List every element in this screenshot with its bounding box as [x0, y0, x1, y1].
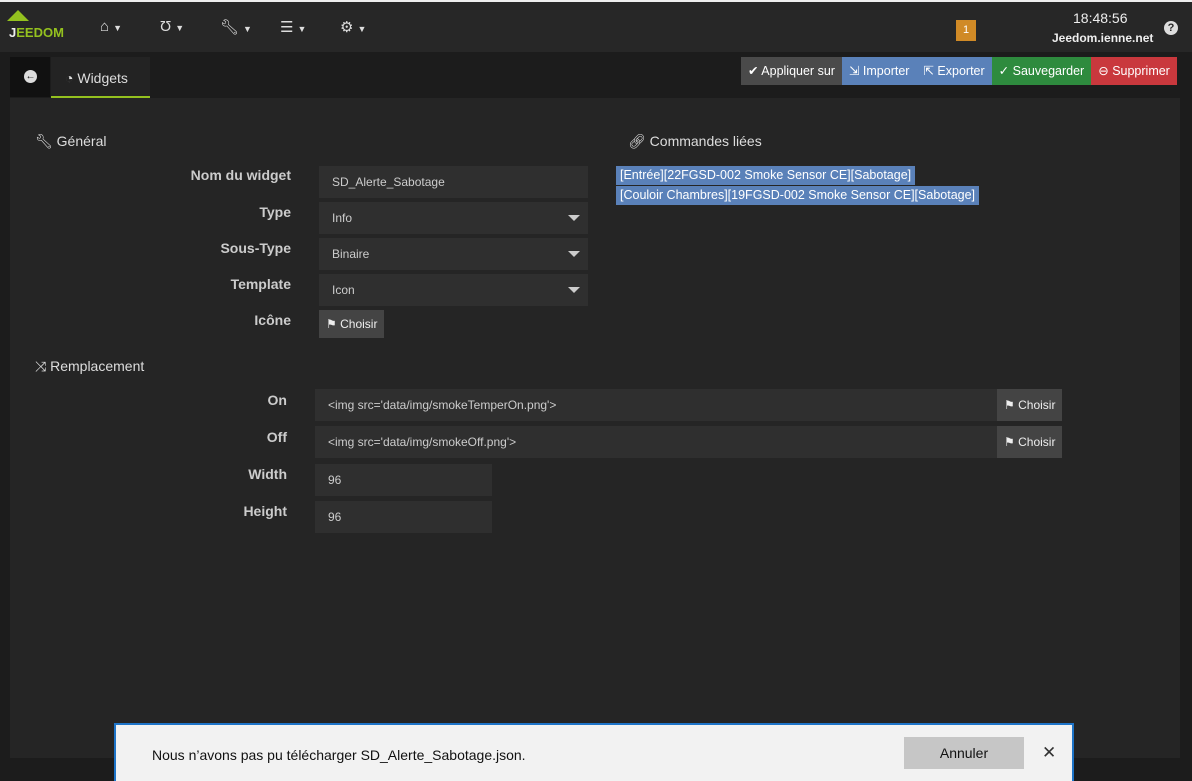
flag-icon: ⚑: [1004, 435, 1015, 449]
gear-icon: ⚙: [340, 19, 354, 36]
section-title: Général: [56, 133, 107, 149]
hostname: Jeedom.ienne.net: [1052, 31, 1154, 45]
section-general: 🔧︎ Général: [35, 133, 106, 150]
import-icon: ⇲: [848, 64, 860, 78]
save-label: Sauvegarder: [1012, 64, 1085, 78]
home-menu[interactable]: ⌂ ▼: [100, 18, 122, 35]
template-label: Template: [230, 276, 291, 292]
choose-label: Choisir: [340, 317, 378, 331]
minus-circle-icon: ⊖: [1098, 64, 1109, 78]
arrow-left-icon: ←: [24, 70, 37, 83]
type-label: Type: [259, 204, 291, 220]
apply-label: Appliquer sur: [761, 64, 835, 78]
chevron-down-icon: [568, 215, 580, 221]
dashboard-icon: ◔: [65, 70, 78, 86]
flag-icon: ⚑: [326, 317, 337, 331]
save-button[interactable]: ✓ Sauvegarder: [991, 57, 1092, 85]
width-label: Width: [248, 466, 287, 482]
home-icon: ⌂: [100, 18, 110, 35]
tab-widgets[interactable]: ◔ Widgets: [51, 57, 150, 98]
section-replacement: ⤨ Remplacement: [35, 358, 144, 375]
name-label: Nom du widget: [190, 167, 291, 183]
linked-command-item[interactable]: [Couloir Chambres][19FGSD-002 Smoke Sens…: [616, 186, 980, 205]
choose-icon-button[interactable]: ⚑ Choisir: [319, 310, 385, 338]
back-button[interactable]: ←: [10, 57, 50, 97]
check-circle-icon: ✓: [998, 64, 1010, 78]
plugins-menu[interactable]: ☰ ▼: [280, 18, 306, 36]
linked-command-item[interactable]: [Entrée][22FGSD-002 Smoke Sensor CE][Sab…: [616, 166, 916, 185]
cancel-button[interactable]: Annuler: [904, 737, 1024, 769]
section-title: Commandes liées: [649, 133, 762, 149]
close-icon[interactable]: ✕: [1042, 743, 1056, 763]
tools-menu[interactable]: 🔧︎ ▼: [220, 18, 252, 36]
message-badge[interactable]: 1: [956, 20, 976, 41]
section-title: Remplacement: [50, 358, 145, 374]
export-button[interactable]: ⇱ Exporter: [916, 57, 992, 85]
analysis-menu[interactable]: Ʊ ▼: [160, 18, 184, 35]
export-icon: ⇱: [923, 64, 934, 78]
off-label: Off: [266, 429, 287, 445]
template-select[interactable]: Icon: [319, 274, 588, 306]
settings-menu[interactable]: ⚙ ▼: [340, 18, 366, 36]
check-double-icon: ✔: [748, 64, 759, 78]
subtype-select[interactable]: Binaire: [319, 238, 588, 270]
choose-label: Choisir: [1018, 398, 1056, 412]
clock: 18:48:56: [1073, 10, 1128, 26]
section-linked-commands: 🔗︎ Commandes liées: [628, 133, 762, 150]
on-input[interactable]: <img src='data/img/smokeTemperOn.png'>: [315, 389, 997, 421]
off-input[interactable]: <img src='data/img/smokeOff.png'>: [315, 426, 997, 458]
chevron-down-icon: [568, 251, 580, 257]
choose-label: Choisir: [1018, 435, 1056, 449]
chevron-down-icon: [568, 287, 580, 293]
template-value: Icon: [332, 283, 355, 297]
on-label: On: [267, 392, 287, 408]
choose-off-button[interactable]: ⚑ Choisir: [997, 426, 1063, 458]
help-icon[interactable]: ?: [1164, 21, 1178, 35]
apply-button[interactable]: ✔ Appliquer sur: [741, 57, 842, 85]
height-label: Height: [243, 503, 287, 519]
link-icon: 🔗︎: [628, 133, 650, 149]
delete-button[interactable]: ⊖ Supprimer: [1091, 57, 1177, 85]
subtype-value: Binaire: [332, 247, 370, 261]
widget-name-input[interactable]: SD_Alerte_Sabotage: [319, 166, 588, 198]
list-icon: ☰: [280, 19, 294, 36]
wrench-icon: 🔧︎: [35, 133, 57, 149]
stethoscope-icon: Ʊ: [160, 18, 172, 35]
export-label: Exporter: [937, 64, 985, 78]
top-navbar: JEEDOM ⌂ ▼ Ʊ ▼ 🔧︎ ▼ ☰ ▼ ⚙ ▼ 1 18:48:56 Jeedom…: [0, 2, 1192, 52]
choose-on-button[interactable]: ⚑ Choisir: [997, 389, 1063, 421]
type-select[interactable]: Info: [319, 202, 588, 234]
icon-label: Icône: [254, 312, 291, 328]
height-input[interactable]: 96: [315, 501, 492, 533]
subtype-label: Sous-Type: [220, 240, 291, 256]
import-label: Importer: [862, 64, 910, 78]
flag-icon: ⚑: [1004, 398, 1015, 412]
tab-label: Widgets: [77, 70, 128, 86]
width-input[interactable]: 96: [315, 464, 492, 496]
download-notification: Nous n’avons pas pu télécharger SD_Alert…: [114, 723, 1074, 781]
action-toolbar: ✔ Appliquer sur ⇲ Importer ⇱ Exporter ✓ …: [741, 57, 1177, 85]
jeedom-logo[interactable]: JEEDOM: [5, 10, 70, 42]
random-icon: ⤨: [35, 358, 51, 374]
type-value: Info: [332, 211, 353, 225]
import-button[interactable]: ⇲ Importer: [841, 57, 917, 85]
delete-label: Supprimer: [1112, 64, 1170, 78]
download-message: Nous n’avons pas pu télécharger SD_Alert…: [152, 747, 526, 763]
wrench-icon: 🔧︎: [220, 19, 240, 36]
